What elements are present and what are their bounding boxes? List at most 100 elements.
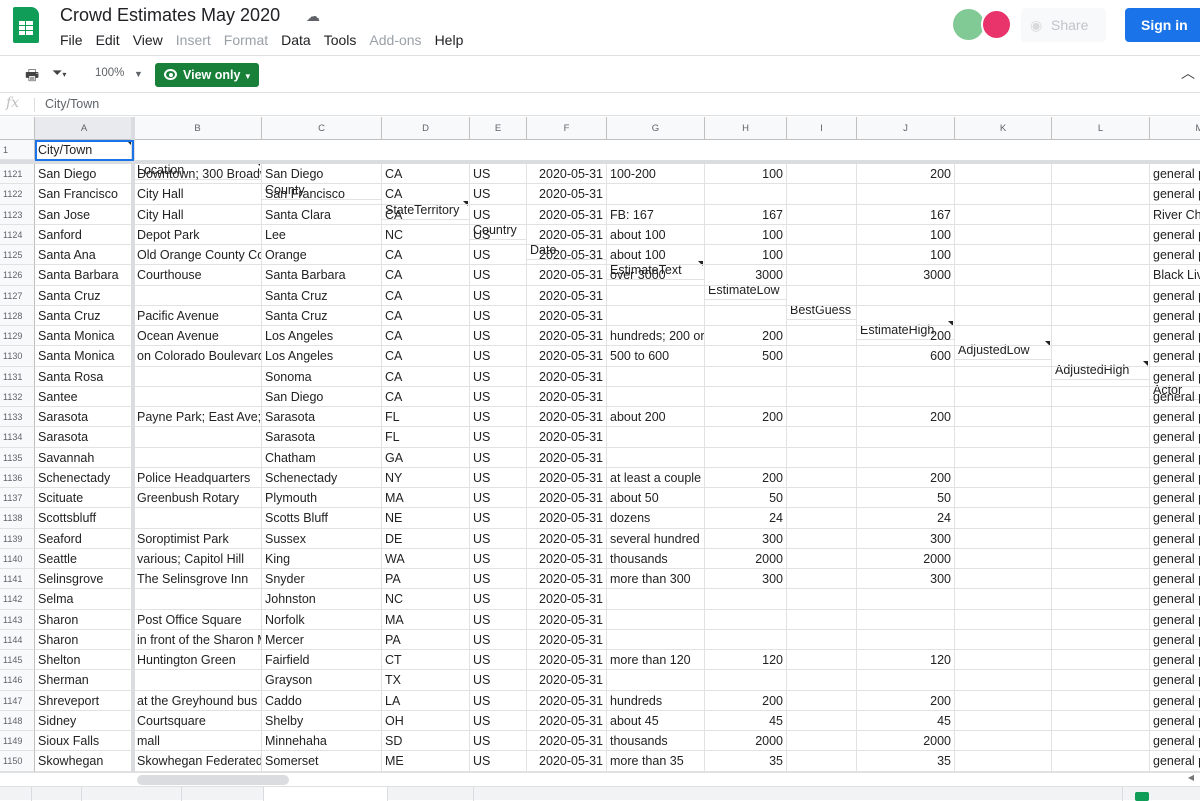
menu-edit[interactable]: Edit (96, 32, 120, 48)
cell[interactable]: US (470, 548, 527, 569)
cell[interactable]: thousands (607, 548, 705, 569)
cell[interactable]: 2020-05-31 (527, 650, 607, 671)
cell[interactable]: 3000 (857, 265, 955, 286)
cell[interactable] (787, 305, 857, 326)
cell[interactable]: US (470, 184, 527, 205)
cell[interactable]: 2020-05-31 (527, 751, 607, 772)
print-icon[interactable]: 🖶 (25, 65, 39, 90)
cell[interactable]: Santa Barbara (262, 265, 382, 286)
cell[interactable]: general p (1150, 225, 1200, 245)
cell[interactable]: general p (1150, 549, 1200, 569)
cell[interactable]: Lee (262, 224, 382, 245)
cell[interactable]: NY (382, 467, 470, 488)
cell[interactable]: CA (382, 346, 470, 367)
cell[interactable]: 167 (705, 204, 787, 225)
cell[interactable]: 200 (857, 407, 955, 428)
cell[interactable]: US (470, 670, 527, 691)
frozen-row-divider[interactable] (0, 160, 1200, 164)
cell[interactable] (1052, 710, 1150, 731)
cell[interactable]: US (470, 386, 527, 407)
cell[interactable]: Selma (35, 589, 134, 610)
cell[interactable]: Shelby (262, 710, 382, 731)
menu-tools[interactable]: Tools (324, 32, 357, 48)
cell[interactable]: 2020-05-31 (527, 305, 607, 326)
cell[interactable]: Depot Park (134, 224, 262, 245)
cell[interactable]: Sussex (262, 528, 382, 549)
cell[interactable]: general p (1150, 630, 1200, 650)
cell[interactable]: US (470, 346, 527, 367)
cell[interactable]: 200 (857, 164, 955, 185)
cell[interactable] (955, 488, 1052, 509)
cell[interactable]: 2020-05-31 (527, 346, 607, 367)
cell[interactable]: Pacific Avenue (134, 305, 262, 326)
cell[interactable]: Police Headquarters (134, 467, 262, 488)
cell[interactable] (787, 326, 857, 347)
cell[interactable] (607, 670, 705, 691)
cell[interactable] (955, 326, 1052, 347)
cell[interactable] (955, 690, 1052, 711)
cell[interactable]: more than 35 (607, 751, 705, 772)
cell[interactable] (607, 285, 705, 306)
cell[interactable]: 120 (705, 650, 787, 671)
cell[interactable]: Los Angeles (262, 346, 382, 367)
row-number[interactable]: 1136 (0, 467, 35, 488)
column-header-f[interactable]: F (527, 117, 607, 140)
collapse-menu-chevron-up-icon[interactable]: ︿ (1181, 63, 1195, 83)
cell[interactable]: about 200 (607, 407, 705, 428)
cell[interactable]: US (470, 447, 527, 468)
cell[interactable]: CA (382, 386, 470, 407)
row-number[interactable]: 1146 (0, 670, 35, 691)
cell[interactable] (134, 285, 262, 306)
cell[interactable]: 2020-05-31 (527, 326, 607, 347)
cell[interactable]: US (470, 629, 527, 650)
column-header-i[interactable]: I (787, 117, 857, 140)
cell[interactable] (1052, 447, 1150, 468)
column-header-l[interactable]: L (1052, 117, 1150, 140)
cell[interactable]: hundreds (607, 690, 705, 711)
cell[interactable]: 2020-05-31 (527, 184, 607, 205)
cell[interactable]: Soroptimist Park (134, 528, 262, 549)
cell[interactable]: NC (382, 224, 470, 245)
cell[interactable]: 120 (857, 650, 955, 671)
cell[interactable]: OH (382, 710, 470, 731)
cell[interactable]: mall (134, 731, 262, 752)
cell[interactable]: MA (382, 609, 470, 630)
cell[interactable] (134, 670, 262, 691)
cell[interactable] (705, 305, 787, 326)
cell[interactable]: US (470, 751, 527, 772)
cell[interactable]: 2020-05-31 (527, 386, 607, 407)
cell[interactable]: general p (1150, 650, 1200, 671)
cell[interactable]: Santa Cruz (262, 285, 382, 306)
cell[interactable] (955, 569, 1052, 590)
cell[interactable]: Sarasota (262, 407, 382, 428)
cell[interactable]: 100 (705, 224, 787, 245)
cell[interactable]: Santa Barbara (35, 265, 134, 286)
cell[interactable]: CA (382, 326, 470, 347)
cell[interactable]: 2000 (857, 548, 955, 569)
cell[interactable]: US (470, 710, 527, 731)
row-number[interactable]: 1134 (0, 427, 35, 448)
row-number[interactable]: 1131 (0, 366, 35, 387)
cell[interactable]: City Hall (134, 184, 262, 205)
cell[interactable]: Chatham (262, 447, 382, 468)
column-header-g[interactable]: G (607, 117, 705, 140)
cell[interactable]: more than 120 (607, 650, 705, 671)
cell[interactable]: Downtown; 300 Broadway (134, 164, 262, 185)
cell[interactable]: San Francisco (35, 184, 134, 205)
cell[interactable]: about 100 (607, 224, 705, 245)
cell[interactable]: 2020-05-31 (527, 670, 607, 691)
cell[interactable] (1052, 488, 1150, 509)
cell[interactable] (955, 609, 1052, 630)
row-number[interactable]: 1145 (0, 650, 35, 671)
cell[interactable]: Los Angeles (262, 326, 382, 347)
cell[interactable] (955, 164, 1052, 185)
cell[interactable]: at the Greyhound bus (134, 690, 262, 711)
cell[interactable]: Sidney (35, 710, 134, 731)
cell[interactable]: general p (1150, 610, 1200, 630)
cell[interactable]: GA (382, 447, 470, 468)
cell[interactable]: 3000 (705, 265, 787, 286)
row-number[interactable]: 1149 (0, 731, 35, 752)
cell[interactable]: Sharon (35, 629, 134, 650)
cell[interactable] (787, 650, 857, 671)
row-number[interactable]: 1133 (0, 407, 35, 428)
